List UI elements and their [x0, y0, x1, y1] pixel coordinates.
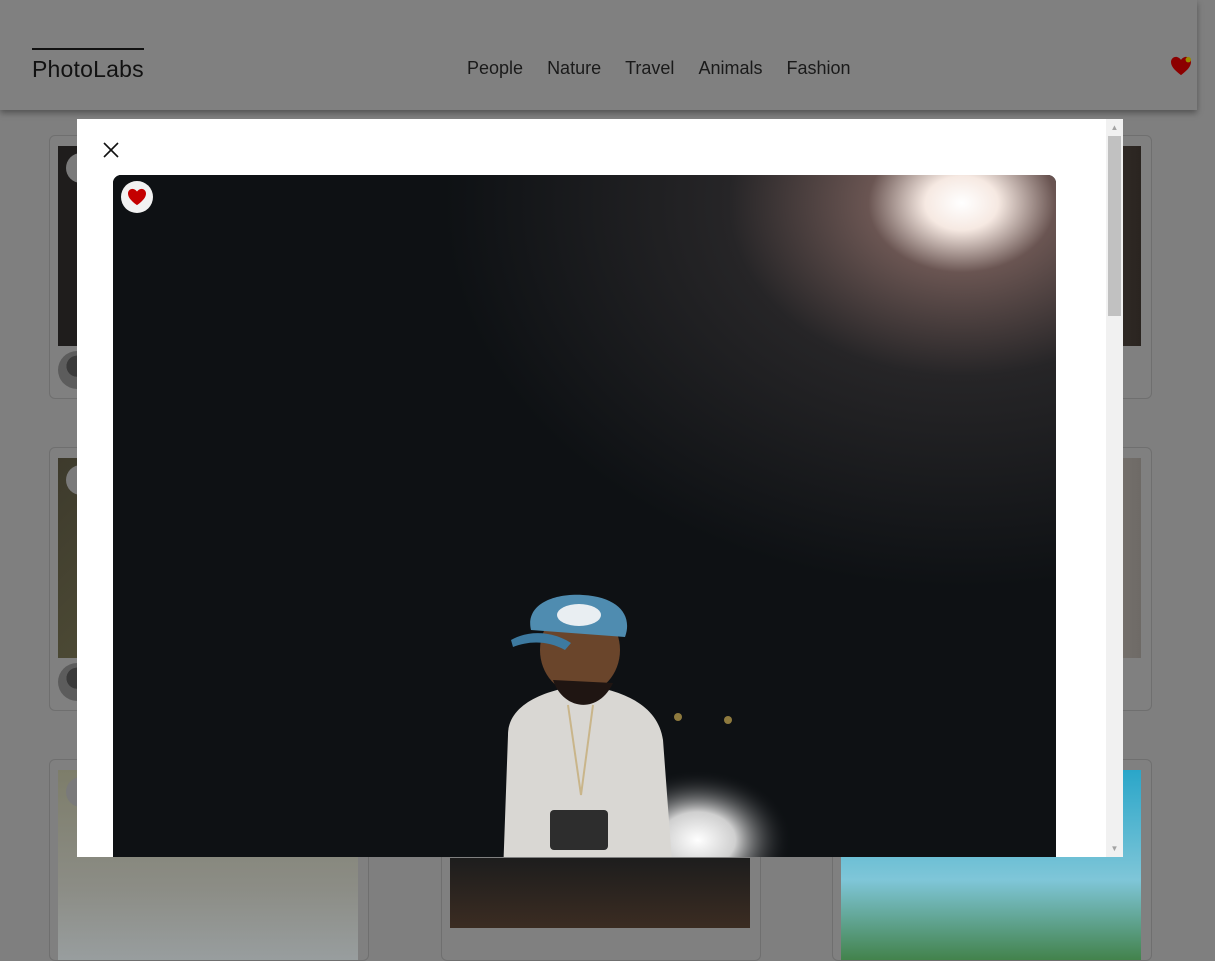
- topic-people[interactable]: People: [467, 58, 523, 79]
- photo-details-modal: ▲ ▼: [77, 119, 1123, 857]
- photo-image: [113, 175, 1056, 857]
- scroll-up-arrow-icon[interactable]: ▲: [1106, 119, 1123, 136]
- selected-photo: [113, 175, 1056, 857]
- scroll-down-arrow-icon[interactable]: ▼: [1106, 840, 1123, 857]
- topic-animals[interactable]: Animals: [698, 58, 762, 79]
- favorite-button[interactable]: [121, 181, 153, 213]
- modal-scrollbar[interactable]: ▲ ▼: [1106, 119, 1123, 857]
- notification-dot: [1185, 56, 1191, 63]
- topic-nature[interactable]: Nature: [547, 58, 601, 79]
- topic-fashion[interactable]: Fashion: [786, 58, 850, 79]
- heart-icon: [128, 188, 146, 206]
- favorites-heart-icon[interactable]: [1170, 56, 1192, 76]
- top-navigation-bar: PhotoLabs People Nature Travel Animals F…: [0, 0, 1197, 110]
- logo[interactable]: PhotoLabs: [32, 48, 144, 83]
- close-icon[interactable]: [99, 138, 123, 162]
- topic-travel[interactable]: Travel: [625, 58, 674, 79]
- scrollbar-thumb[interactable]: [1108, 136, 1121, 316]
- topic-list: People Nature Travel Animals Fashion: [467, 58, 851, 79]
